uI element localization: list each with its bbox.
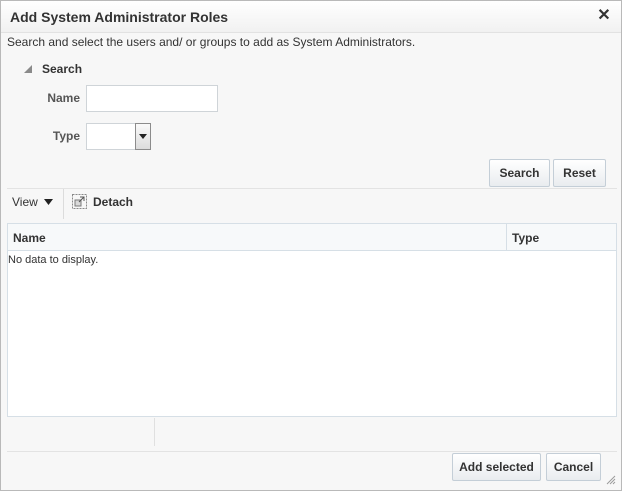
reset-button[interactable]: Reset [553,159,606,187]
dropdown-arrow-icon [139,134,147,139]
type-dropdown-button[interactable] [135,123,151,150]
view-menu[interactable]: View [12,195,53,209]
search-section-toggle[interactable]: Search [23,61,82,77]
search-button[interactable]: Search [489,159,550,187]
table-header: Name Type [8,224,616,251]
name-input[interactable] [86,85,218,112]
dialog-instructions: Search and select the users and/ or grou… [7,35,416,49]
view-menu-arrow-icon [43,199,53,205]
dialog-titlebar: Add System Administrator Roles ✕ [1,1,621,33]
footer-divider [7,451,617,452]
column-header-type[interactable]: Type [512,231,539,245]
detach-icon [72,194,87,209]
detach-label: Detach [93,194,134,209]
table-footer-separator [154,418,155,446]
cancel-button[interactable]: Cancel [546,453,601,481]
column-header-name[interactable]: Name [13,231,46,245]
disclosure-triangle-icon [24,65,32,73]
toolbar-separator [63,189,64,219]
name-label: Name [47,91,80,105]
resize-grip-icon[interactable] [606,475,616,485]
toolbar-divider [7,188,617,189]
column-divider[interactable] [506,224,507,250]
results-table: Name Type No data to display. [7,223,617,417]
close-icon[interactable]: ✕ [597,8,611,24]
view-menu-label: View [12,195,38,209]
add-selected-button[interactable]: Add selected [452,453,541,481]
type-label: Type [52,129,80,143]
type-select[interactable] [86,123,151,150]
detach-button[interactable]: Detach [72,194,133,209]
search-section-title: Search [42,62,83,76]
empty-table-message: No data to display. [8,254,99,266]
add-system-administrator-roles-dialog: Add System Administrator Roles ✕ Search … [0,0,622,491]
dialog-title: Add System Administrator Roles [10,9,229,25]
